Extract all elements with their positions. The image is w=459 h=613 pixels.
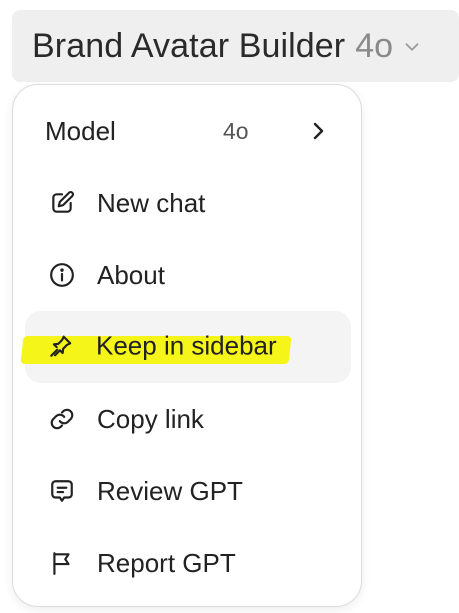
menu-item-copy-link[interactable]: Copy link bbox=[25, 383, 351, 455]
chevron-right-icon bbox=[313, 122, 324, 140]
chat-review-icon bbox=[51, 480, 73, 502]
gpt-title: Brand Avatar Builder bbox=[32, 26, 346, 65]
gpt-selector-button[interactable]: Brand Avatar Builder 4o bbox=[12, 10, 459, 82]
menu-item-label: About bbox=[97, 259, 165, 290]
pin-icon bbox=[50, 335, 72, 357]
info-circle-icon bbox=[50, 263, 74, 287]
link-icon bbox=[50, 408, 74, 430]
keep-in-sidebar-content: Keep in sidebar bbox=[24, 310, 350, 382]
menu-item-label: Report GPT bbox=[97, 547, 236, 578]
menu-item-model[interactable]: Model 4o bbox=[25, 95, 351, 167]
gpt-version: 4o bbox=[355, 26, 394, 65]
model-version: 4o bbox=[223, 117, 249, 144]
menu-item-review-gpt[interactable]: Review GPT bbox=[25, 455, 351, 527]
menu-item-new-chat[interactable]: New chat bbox=[25, 167, 351, 239]
menu-item-label: Review GPT bbox=[97, 475, 243, 506]
flag-icon bbox=[53, 552, 70, 575]
menu-item-label: New chat bbox=[97, 187, 206, 218]
menu-item-label: Keep in sidebar bbox=[96, 330, 277, 361]
chevron-down-icon bbox=[405, 43, 419, 51]
menu-item-label: Copy link bbox=[97, 403, 204, 434]
menu-item-about[interactable]: About bbox=[25, 239, 351, 311]
pencil-square-icon bbox=[52, 191, 74, 213]
model-label: Model bbox=[45, 115, 116, 146]
menu-item-report-gpt[interactable]: Report GPT bbox=[25, 527, 351, 599]
